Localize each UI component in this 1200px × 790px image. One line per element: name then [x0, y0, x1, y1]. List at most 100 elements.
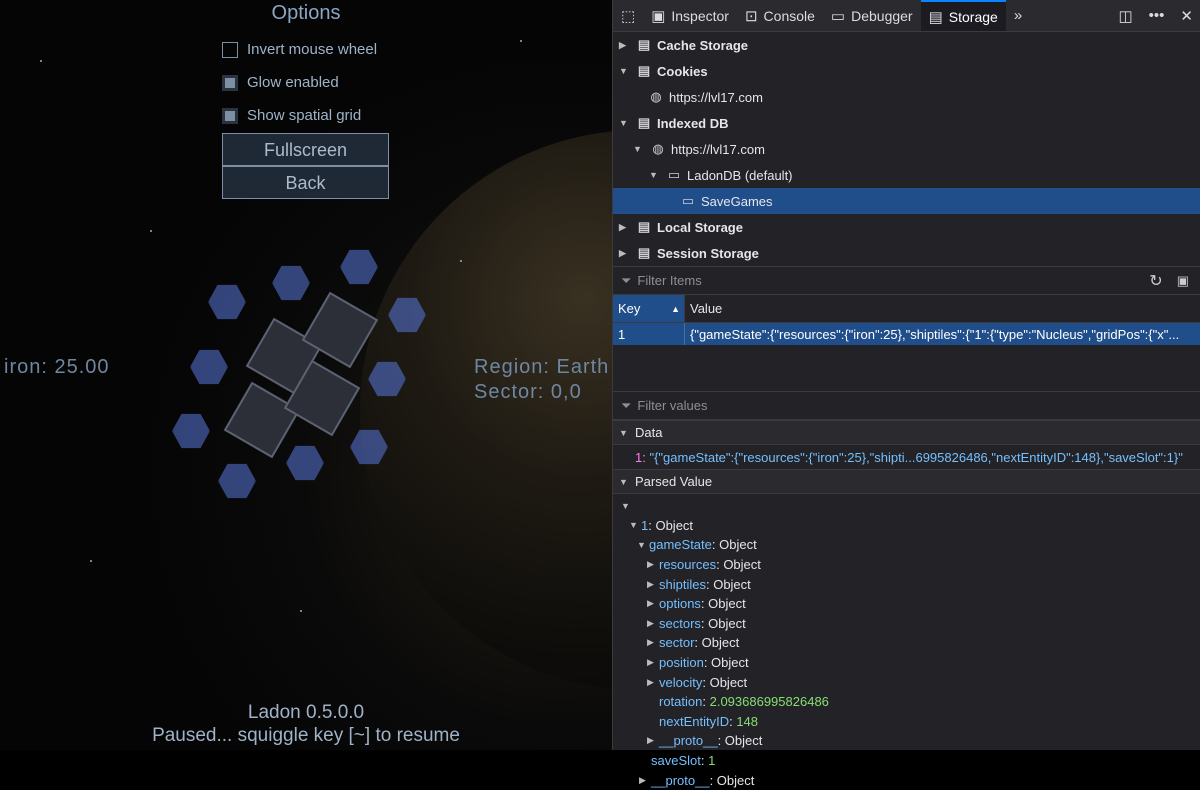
tree-node[interactable]: ▶ options: Object	[613, 594, 1200, 614]
expand-arrow-icon[interactable]: ▶	[647, 618, 659, 629]
tree-item-indexed-db[interactable]: ▼ ▤ Indexed DB	[613, 110, 1200, 136]
dock-icon: ◫	[1118, 7, 1133, 25]
property-value: Object	[655, 517, 694, 533]
tab-inspector[interactable]: ▣ Inspector	[643, 0, 737, 31]
tree-item-label: Local Storage	[657, 219, 743, 235]
filter-items-input[interactable]: Filter Items	[637, 273, 1149, 288]
option-glow-enabled[interactable]: Glow enabled	[222, 74, 339, 91]
refresh-icon[interactable]: ↻	[1149, 271, 1162, 291]
collapse-arrow-icon[interactable]: ▼	[633, 144, 645, 154]
tab-debugger[interactable]: ▭ Debugger	[823, 0, 921, 31]
expand-arrow-icon[interactable]: ▶	[647, 559, 659, 570]
expand-arrow-icon[interactable]: ▶	[647, 735, 659, 746]
sidebar-toggle-icon[interactable]: ▣	[1177, 273, 1189, 289]
close-devtools-button[interactable]: ✕	[1172, 0, 1200, 31]
option-invert-mouse-wheel[interactable]: Invert mouse wheel	[222, 41, 377, 58]
property-value: Object	[723, 557, 761, 573]
property-value: 148	[736, 713, 759, 729]
globe-icon: ◍	[650, 89, 662, 104]
star	[150, 230, 152, 232]
ship-tile	[223, 381, 301, 459]
expand-arrow-icon[interactable]: ▶	[647, 677, 659, 688]
checkbox-checked-icon[interactable]	[222, 107, 238, 124]
tree-node[interactable]: ▶ __proto__: Object	[613, 731, 1200, 751]
dock-side-button[interactable]: ◫	[1110, 0, 1140, 31]
column-header-key[interactable]: Key ▲	[613, 295, 684, 322]
tab-console[interactable]: ⊡ Console	[737, 0, 823, 31]
expand-arrow-icon[interactable]: ▶	[619, 222, 631, 233]
collapse-arrow-icon[interactable]: ▼	[629, 520, 641, 530]
ellipsis-icon: •••	[1148, 7, 1165, 24]
element-picker-button[interactable]: ⬚	[613, 0, 643, 31]
tree-item-local-storage[interactable]: ▶ ▤ Local Storage	[613, 214, 1200, 240]
tree-item-cookies[interactable]: ▼ ▤ Cookies	[613, 58, 1200, 84]
expand-arrow-icon[interactable]: ▶	[647, 657, 659, 668]
devtools-toolbar: ⬚ ▣ Inspector ⊡ Console ▭ Debugger ▤ Sto…	[613, 0, 1200, 32]
resource-readout: iron: 25.00	[4, 356, 110, 378]
expand-arrow-icon[interactable]: ▶	[647, 637, 659, 648]
filter-icon: ⏷	[621, 272, 632, 288]
tree-item-object-store[interactable]: ▭ SaveGames	[613, 188, 1200, 214]
fullscreen-button[interactable]: Fullscreen	[222, 133, 389, 166]
game-viewport[interactable]: Options Invert mouse wheel Glow enabled …	[0, 0, 612, 750]
parsed-section-header[interactable]: ▼ Parsed Value	[613, 469, 1200, 494]
option-show-spatial-grid[interactable]: Show spatial grid	[222, 107, 361, 124]
expand-arrow-icon[interactable]: ▶	[619, 40, 631, 51]
collapse-arrow-icon[interactable]: ▼	[619, 118, 631, 128]
sector-readout: Sector: 0,0	[474, 381, 582, 403]
separator: :	[702, 694, 710, 710]
property-name: options	[659, 596, 701, 612]
checkbox-checked-icon[interactable]	[222, 74, 238, 91]
collapse-arrow-icon[interactable]: ▼	[637, 540, 649, 550]
filter-values-bar: ⏷ Filter values	[613, 391, 1200, 420]
tree-item-idb-origin[interactable]: ▼ ◍ https://lvl17.com	[613, 136, 1200, 162]
checkbox-icon[interactable]	[222, 41, 238, 58]
collapse-arrow-icon[interactable]: ▼	[621, 501, 633, 511]
data-section-header[interactable]: ▼ Data	[613, 420, 1200, 445]
tree-node[interactable]: ▶ resources: Object	[613, 555, 1200, 575]
tree-item-cookies-origin[interactable]: ◍ https://lvl17.com	[613, 84, 1200, 110]
collapse-arrow-icon[interactable]: ▼	[619, 66, 631, 76]
collapse-arrow-icon[interactable]: ▼	[619, 477, 631, 487]
tree-root[interactable]: ▼	[613, 496, 1200, 516]
chevron-double-right-icon: »	[1013, 7, 1023, 24]
globe-icon: ◍	[652, 141, 664, 156]
property-value: Object	[701, 635, 740, 651]
filter-values-input[interactable]: Filter values	[637, 398, 707, 413]
star	[40, 60, 42, 62]
tree-item-session-storage[interactable]: ▶ ▤ Session Storage	[613, 240, 1200, 266]
tree-node[interactable]: ▶ sector: Object	[613, 633, 1200, 653]
collapse-arrow-icon[interactable]: ▼	[619, 428, 631, 438]
tree-node[interactable]: ▶ position: Object	[613, 653, 1200, 673]
tree-node[interactable]: ▶ shiptiles: Object	[613, 574, 1200, 594]
collapse-arrow-icon[interactable]: ▼	[649, 170, 661, 180]
column-header-value[interactable]: Value	[684, 295, 1200, 322]
tree-item-database[interactable]: ▼ ▭ LadonDB (default)	[613, 162, 1200, 188]
tree-node[interactable]: ▼ 1: Object	[613, 516, 1200, 536]
tree-item-cache-storage[interactable]: ▶ ▤ Cache Storage	[613, 32, 1200, 58]
table-row[interactable]: 1 {"gameState":{"resources":{"iron":25},…	[613, 323, 1200, 345]
expand-arrow-icon[interactable]: ▶	[619, 248, 631, 259]
expand-arrow-icon[interactable]: ▶	[647, 598, 659, 609]
tree-node[interactable]: ▶ velocity: Object	[613, 672, 1200, 692]
separator: :	[694, 635, 702, 651]
more-tabs-button[interactable]: »	[1006, 0, 1030, 31]
property-value: 2.093686995826486	[709, 694, 829, 710]
separator: :	[711, 537, 720, 553]
expand-arrow-icon[interactable]: ▶	[647, 579, 659, 590]
separator: :	[700, 615, 709, 631]
shield-hex	[190, 349, 228, 385]
table-cell-key: 1	[618, 326, 626, 342]
more-options-button[interactable]: •••	[1141, 0, 1173, 31]
planet-earth	[360, 130, 612, 690]
parsed-tree: ▼ ▼ 1: Object ▼ gameState: Object ▶ resourc…	[613, 494, 1200, 790]
tree-node[interactable]: ▶ __proto__: Object	[613, 770, 1200, 790]
tab-storage[interactable]: ▤ Storage	[920, 0, 1006, 31]
tree-node[interactable]: ▶ sectors: Object	[613, 614, 1200, 634]
back-button[interactable]: Back	[222, 166, 389, 199]
column-header-label: Value	[690, 301, 723, 316]
expand-arrow-icon[interactable]: ▶	[639, 775, 651, 786]
element-picker-icon: ⬚	[621, 7, 636, 25]
tree-node[interactable]: ▼ gameState: Object	[613, 535, 1200, 555]
options-title: Options	[271, 2, 341, 24]
